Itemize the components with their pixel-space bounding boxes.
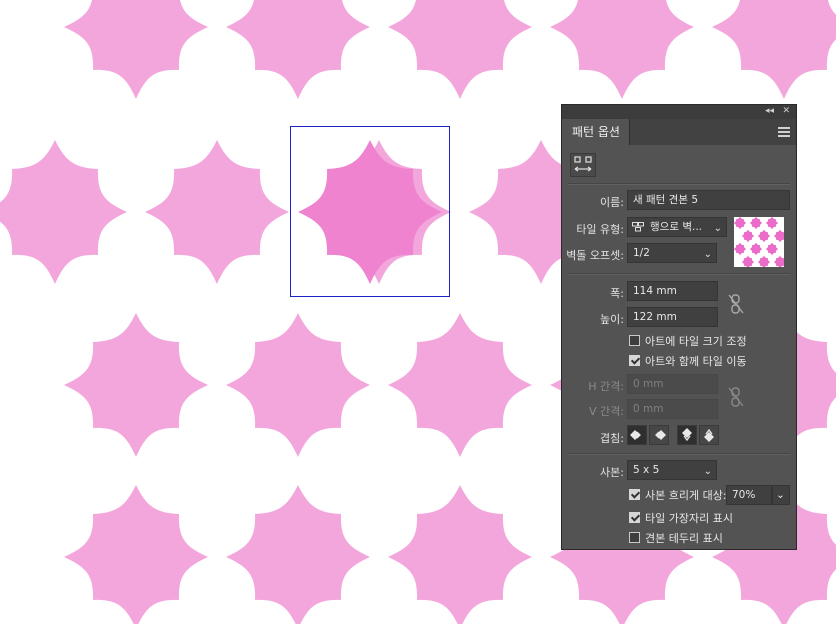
show-swatch-bounds-label: 견본 테두리 표시 xyxy=(645,532,723,545)
overlap-bottom-front-icon xyxy=(704,428,714,442)
tab-pattern-options[interactable]: 패턴 옵션 xyxy=(562,119,630,145)
panel-tab-row: 패턴 옵션 xyxy=(562,119,796,145)
overlap-left-in-front-button[interactable] xyxy=(627,425,647,445)
h-spacing-label: H 간격: xyxy=(588,380,624,393)
pattern-copy-flower xyxy=(388,313,532,457)
pattern-copy-flower xyxy=(388,485,532,624)
unlink-proportions-icon[interactable] xyxy=(728,293,744,315)
v-spacing-field[interactable]: 0 mm xyxy=(627,399,718,419)
close-icon[interactable]: ✕ xyxy=(782,106,790,116)
brick-offset-label: 벽돌 오프셋: xyxy=(566,249,624,262)
size-tile-to-art-label: 아트에 타일 크기 조정 xyxy=(645,335,747,348)
pattern-tile-boundary[interactable] xyxy=(290,126,450,297)
chevron-down-icon: ⌄ xyxy=(713,223,722,234)
tile-fit-button[interactable] xyxy=(570,153,596,177)
pattern-options-panel: ◂◂ ✕ 패턴 옵션 이름: 새 패턴 견본 5 타일 유형: 행으로 벽...… xyxy=(561,104,797,550)
show-swatch-bounds-checkbox[interactable] xyxy=(629,532,640,543)
dim-copies-field[interactable]: 70% xyxy=(726,485,772,505)
pattern-copy-flower xyxy=(226,0,370,99)
dim-copies-label: 사본 흐리게 대상: xyxy=(645,489,727,502)
chevron-down-icon: ⌄ xyxy=(776,489,785,501)
copies-select[interactable]: 5 x 5 ⌄ xyxy=(627,460,717,480)
pattern-copy-flower xyxy=(145,140,289,284)
hamburger-menu-icon[interactable] xyxy=(778,127,790,137)
chevron-down-icon: ⌄ xyxy=(703,466,712,477)
overlap-label: 겹침: xyxy=(600,432,624,445)
name-field[interactable]: 새 패턴 견본 5 xyxy=(627,190,790,210)
pattern-copy-flower xyxy=(388,0,532,99)
copies-label: 사본: xyxy=(600,466,624,479)
pattern-copy-flower xyxy=(550,0,694,99)
h-spacing-field[interactable]: 0 mm xyxy=(627,374,718,394)
overlap-right-front-icon xyxy=(655,430,666,440)
unlink-spacing-icon[interactable] xyxy=(728,386,744,408)
brick-offset-value: 1/2 xyxy=(633,247,650,259)
move-tile-with-art-checkbox[interactable] xyxy=(629,355,640,366)
tile-fit-icon xyxy=(574,156,592,172)
dim-copies-dropdown[interactable]: ⌄ xyxy=(772,485,790,505)
width-field[interactable]: 114 mm xyxy=(627,281,718,301)
panel-title-bar[interactable]: ◂◂ ✕ xyxy=(562,105,796,119)
pattern-copy-flower xyxy=(226,485,370,624)
collapse-icon[interactable]: ◂◂ xyxy=(765,106,774,116)
overlap-top-in-front-button[interactable] xyxy=(677,425,697,445)
tile-type-label: 타일 유형: xyxy=(576,223,624,236)
height-field[interactable]: 122 mm xyxy=(627,307,718,327)
brick-by-row-icon xyxy=(632,222,644,232)
pattern-copy-flower xyxy=(226,313,370,457)
pattern-preview-thumbnail xyxy=(734,217,784,267)
tile-type-value: 행으로 벽... xyxy=(650,221,702,233)
pattern-copy-flower xyxy=(64,0,208,99)
size-tile-to-art-checkbox[interactable] xyxy=(629,335,640,346)
tile-type-select[interactable]: 행으로 벽... ⌄ xyxy=(627,217,727,237)
height-label: 높이: xyxy=(600,313,624,326)
copies-value: 5 x 5 xyxy=(633,464,660,476)
width-label: 폭: xyxy=(610,287,624,300)
brick-offset-select[interactable]: 1/2 ⌄ xyxy=(627,243,717,263)
overlap-top-front-icon xyxy=(682,428,692,442)
chevron-down-icon: ⌄ xyxy=(703,249,712,260)
overlap-bottom-in-front-button[interactable] xyxy=(699,425,719,445)
move-tile-with-art-label: 아트와 함께 타일 이동 xyxy=(645,355,747,368)
pattern-copy-flower xyxy=(0,140,127,284)
pattern-copy-flower xyxy=(712,0,836,99)
overlap-left-front-icon xyxy=(630,430,641,440)
overlap-right-in-front-button[interactable] xyxy=(649,425,669,445)
pattern-copy-flower xyxy=(64,313,208,457)
dim-copies-checkbox[interactable] xyxy=(629,489,640,500)
name-label: 이름: xyxy=(600,196,624,209)
pattern-copy-flower xyxy=(64,485,208,624)
show-tile-edge-label: 타일 가장자리 표시 xyxy=(645,512,733,525)
v-spacing-label: V 간격: xyxy=(589,405,624,418)
show-tile-edge-checkbox[interactable] xyxy=(629,512,640,523)
